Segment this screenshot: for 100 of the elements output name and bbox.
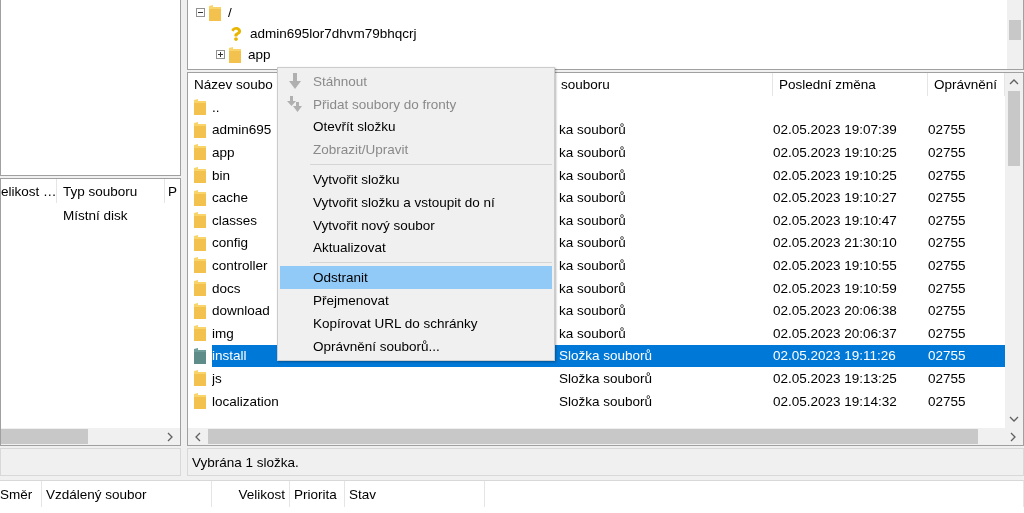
permissions: 02755 bbox=[928, 190, 966, 206]
file-type: ka souborů bbox=[558, 325, 626, 341]
permissions: 02755 bbox=[928, 393, 966, 409]
column-header[interactable]: Směr bbox=[0, 486, 33, 502]
folder-icon bbox=[194, 302, 206, 319]
folder-icon bbox=[194, 234, 206, 251]
folder-icon bbox=[194, 144, 206, 161]
folder-icon bbox=[194, 280, 206, 297]
file-type: Složka souborů bbox=[558, 393, 653, 409]
add-to-queue-icon bbox=[287, 96, 303, 113]
file-name: classes bbox=[212, 212, 257, 228]
menu-item[interactable]: Odstranit bbox=[280, 266, 552, 290]
file-name: .. bbox=[212, 99, 220, 115]
modified-date: 02.05.2023 19:11:26 bbox=[773, 348, 896, 364]
scrollbar-thumb[interactable] bbox=[1009, 20, 1021, 40]
modified-date: 02.05.2023 20:06:37 bbox=[773, 325, 897, 341]
menu-item[interactable]: Kopírovat URL do schránky bbox=[280, 311, 552, 335]
file-type: Složka souborů bbox=[558, 348, 653, 364]
tree-item[interactable]: / bbox=[225, 5, 235, 20]
column-header[interactable]: Typ souboru bbox=[57, 179, 165, 203]
vertical-scrollbar[interactable] bbox=[1007, 0, 1023, 69]
folder-icon bbox=[194, 370, 206, 387]
permissions: 02755 bbox=[928, 167, 966, 183]
tree-item[interactable]: app bbox=[245, 47, 274, 62]
file-type: ka souborů bbox=[558, 280, 626, 296]
file-name: controller bbox=[212, 257, 268, 273]
menu-item[interactable]: Aktualizovat bbox=[280, 236, 552, 260]
scroll-right-icon[interactable] bbox=[1008, 431, 1018, 442]
menu-item[interactable]: Vytvořit složku bbox=[280, 168, 552, 191]
permissions: 02755 bbox=[928, 325, 966, 341]
folder-icon bbox=[194, 99, 206, 116]
modified-date: 02.05.2023 19:10:27 bbox=[773, 190, 897, 206]
file-type: ka souborů bbox=[558, 303, 626, 319]
menu-item[interactable]: Otevřít složku bbox=[280, 115, 552, 139]
modified-date: 02.05.2023 20:06:38 bbox=[773, 303, 897, 319]
modified-date: 02.05.2023 19:10:55 bbox=[773, 257, 897, 273]
file-name: localization bbox=[212, 393, 279, 409]
permissions: 02755 bbox=[928, 303, 966, 319]
modified-date: 02.05.2023 19:13:25 bbox=[773, 370, 897, 386]
scroll-right-icon[interactable] bbox=[165, 431, 175, 442]
column-header[interactable]: Poslední změna bbox=[773, 73, 928, 96]
horizontal-scrollbar[interactable] bbox=[188, 428, 1023, 445]
column-header[interactable]: Velikost bbox=[238, 486, 285, 502]
file-name: bin bbox=[212, 167, 230, 183]
modified-date: 02.05.2023 19:10:59 bbox=[773, 280, 897, 296]
collapse-icon[interactable] bbox=[196, 8, 205, 17]
table-cell-text: Místní disk bbox=[62, 207, 128, 223]
file-type: ka souborů bbox=[558, 212, 626, 228]
permissions: 02755 bbox=[928, 370, 966, 386]
file-type: Složka souborů bbox=[558, 370, 653, 386]
modified-date: 02.05.2023 21:30:10 bbox=[773, 235, 897, 251]
column-header[interactable]: Stav bbox=[345, 486, 376, 502]
file-name: config bbox=[212, 235, 249, 251]
file-name: download bbox=[212, 303, 270, 319]
scroll-down-icon[interactable] bbox=[1009, 414, 1019, 424]
column-header[interactable]: P bbox=[165, 179, 180, 203]
modified-date: 02.05.2023 19:07:39 bbox=[773, 122, 897, 138]
horizontal-scrollbar[interactable] bbox=[1, 428, 180, 445]
modified-date: 02.05.2023 19:14:32 bbox=[773, 393, 897, 409]
folder-icon bbox=[194, 325, 206, 342]
file-type: ka souborů bbox=[558, 167, 626, 183]
file-type: ka souborů bbox=[558, 145, 626, 160]
vertical-scrollbar[interactable] bbox=[1005, 73, 1023, 428]
column-header[interactable]: Vzdálený soubor bbox=[42, 486, 147, 502]
folder-icon bbox=[209, 4, 221, 21]
permissions: 02755 bbox=[928, 348, 966, 364]
permissions: 02755 bbox=[928, 122, 966, 138]
modified-date: 02.05.2023 19:10:25 bbox=[773, 145, 897, 160]
tree-item[interactable]: admin695lor7dhvm79bhqcrj bbox=[247, 26, 420, 41]
scrollbar-thumb[interactable] bbox=[1, 429, 88, 444]
scroll-left-icon[interactable] bbox=[193, 431, 203, 442]
permissions: 02755 bbox=[928, 280, 966, 296]
file-type: ka souborů bbox=[558, 190, 626, 206]
file-type: ka souborů bbox=[558, 122, 626, 138]
folder-icon bbox=[194, 189, 206, 206]
permissions: 02755 bbox=[928, 235, 966, 251]
folder-icon bbox=[229, 46, 241, 63]
file-type: ka souborů bbox=[558, 235, 626, 251]
folder-icon bbox=[194, 257, 206, 274]
folder-icon bbox=[194, 347, 206, 364]
menu-item[interactable]: Vytvořit složku a vstoupit do ní bbox=[280, 191, 552, 214]
scrollbar-thumb[interactable] bbox=[1008, 91, 1020, 166]
file-name: docs bbox=[212, 280, 241, 296]
expand-icon[interactable] bbox=[216, 50, 225, 59]
folder-icon bbox=[194, 121, 206, 138]
file-type: ka souborů bbox=[558, 257, 626, 273]
file-name: admin695 bbox=[212, 122, 272, 138]
modified-date: 02.05.2023 19:10:25 bbox=[773, 167, 897, 183]
scrollbar-thumb[interactable] bbox=[208, 429, 978, 444]
scroll-up-icon[interactable] bbox=[1009, 77, 1019, 87]
column-header[interactable]: elikost … bbox=[1, 179, 57, 203]
download-icon bbox=[288, 73, 302, 90]
column-header[interactable]: Priorita bbox=[290, 486, 337, 502]
file-name: img bbox=[212, 325, 234, 341]
file-name: cache bbox=[212, 190, 249, 206]
status-text: Vybrána 1 složka. bbox=[192, 454, 299, 470]
folder-icon bbox=[194, 393, 206, 409]
menu-item[interactable]: Přejmenovat bbox=[280, 289, 552, 312]
folder-icon bbox=[194, 167, 206, 184]
menu-item[interactable]: Vytvořit nový soubor bbox=[280, 213, 552, 237]
